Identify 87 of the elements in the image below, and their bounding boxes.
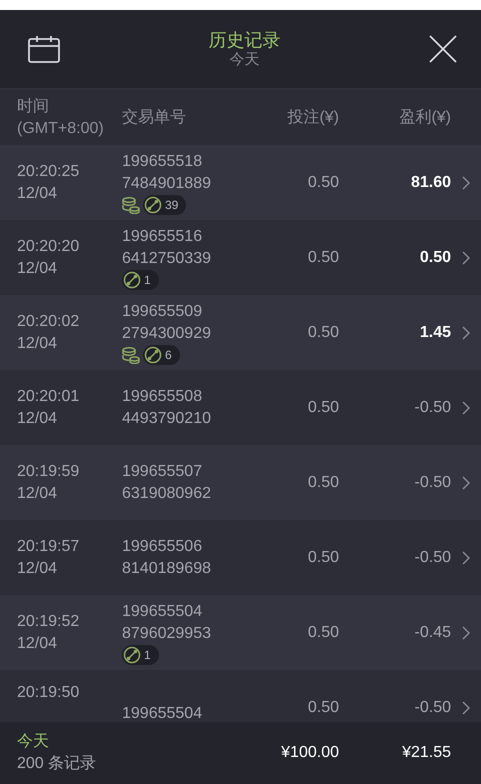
profit-amount: 81.60 (410, 174, 451, 192)
chevron-icon (462, 400, 470, 414)
dial-icon (144, 346, 162, 364)
order-number: 199655509 (122, 302, 204, 322)
page-subtitle: 今天 (230, 51, 260, 69)
column-heading: 盈利(¥) (398, 108, 451, 128)
profit-amount: -0.50 (414, 698, 451, 716)
time-text: 20:20:02 (17, 312, 80, 332)
close-icon (429, 35, 457, 63)
order-number: 8796029953 (122, 624, 212, 644)
period-label: 今天 (17, 732, 50, 752)
time-text: 20:20:25 (17, 162, 80, 182)
column-heading: 时间 (17, 96, 50, 116)
time-text: 20:19:59 (17, 462, 80, 482)
order-number: 199655504 (122, 602, 204, 622)
date-text: 12/04 (17, 558, 58, 578)
close-button[interactable] (429, 35, 457, 63)
order-number: 4493790210 (122, 408, 212, 428)
chevron-icon (462, 700, 470, 714)
stake-amount: 0.50 (306, 398, 339, 416)
order-number: 199655508 (122, 386, 204, 406)
calendar-icon (28, 35, 60, 63)
record-row[interactable]: 20:20:25 12/04 199655518 7484901889 39 0.50 81.60 (0, 145, 481, 220)
profit-amount: -0.50 (414, 474, 451, 492)
chevron-icon (462, 250, 470, 264)
record-count: 200 条记录 (17, 754, 98, 774)
column-heading: 投注(¥) (286, 108, 339, 128)
time-text: 20:19:52 (17, 612, 80, 632)
stake-amount: 0.50 (306, 174, 339, 192)
record-row[interactable]: 20:19:50 199655504 0.50 -0.50 (0, 670, 481, 722)
order-number: 199655518 (122, 152, 204, 172)
page-title: 历史记录 (208, 29, 280, 51)
stake-amount: 0.50 (306, 474, 339, 492)
coins-icon (122, 196, 140, 214)
order-number: 199655504 (122, 704, 202, 722)
date-text: 12/04 (17, 484, 58, 504)
record-row[interactable]: 20:20:02 12/04 199655509 2794300929 6 0.50 1.45 (0, 295, 481, 370)
order-number: 8140189698 (122, 558, 212, 578)
order-number: 199655516 (122, 226, 204, 246)
date-text: 12/04 (17, 258, 58, 278)
chevron-icon (462, 176, 470, 190)
count-text: 1 (144, 646, 151, 664)
chevron-icon (462, 626, 470, 640)
order-number: 199655507 (122, 462, 204, 482)
record-row[interactable]: 20:19:59 12/04 199655507 6319080962 0.50 -0.50 (0, 445, 481, 520)
stake-amount: 0.50 (306, 248, 339, 266)
count-text: 1 (144, 272, 151, 288)
calendar-button[interactable] (28, 35, 60, 63)
chevron-icon (462, 326, 470, 340)
time-text: 20:19:50 (17, 683, 80, 703)
date-text: 12/04 (17, 408, 58, 428)
chevron-icon (462, 550, 470, 564)
profit-amount: -0.50 (414, 398, 451, 416)
order-number: 6319080962 (122, 484, 212, 504)
coins-icon (122, 346, 140, 364)
time-text: 20:20:20 (17, 236, 80, 256)
record-row[interactable]: 20:20:20 12/04 199655516 6412750339 1 0.50 0.50 (0, 220, 481, 295)
order-number: 6412750339 (122, 248, 212, 268)
date-text: 12/04 (17, 634, 58, 654)
column-heading: (GMT+8:00) (17, 118, 105, 138)
date-text: 12/04 (17, 334, 58, 354)
profit-amount: 0.50 (418, 248, 451, 266)
profit-amount: -0.50 (414, 548, 451, 566)
time-text: 20:20:01 (17, 386, 80, 406)
stake-amount: 0.50 (306, 698, 339, 716)
record-row[interactable]: 20:20:01 12/04 199655508 4493790210 0.50 -0.50 (0, 370, 481, 445)
column-heading: 交易单号 (122, 108, 187, 128)
stake-amount: 0.50 (306, 324, 339, 342)
dial-icon (123, 270, 141, 288)
date-text: 12/04 (17, 184, 58, 204)
chevron-icon (462, 476, 470, 490)
count-text: 39 (165, 196, 178, 214)
order-number: 7484901889 (122, 174, 212, 194)
stake-total: ¥100.00 (280, 744, 339, 762)
profit-amount: -0.45 (414, 624, 451, 642)
profit-amount: 1.45 (418, 324, 451, 342)
count-text: 6 (165, 346, 172, 364)
time-text: 20:19:57 (17, 536, 80, 556)
record-row[interactable]: 20:19:52 12/04 199655504 8796029953 1 0.50 -0.45 (0, 595, 481, 670)
profit-total: ¥21.55 (401, 744, 451, 762)
dial-icon (144, 196, 162, 214)
order-number: 2794300929 (122, 324, 212, 344)
stake-amount: 0.50 (306, 548, 339, 566)
stake-amount: 0.50 (306, 624, 339, 642)
order-number: 199655506 (122, 536, 204, 556)
dial-icon (123, 646, 141, 664)
record-row[interactable]: 20:19:57 12/04 199655506 8140189698 0.50 -0.50 (0, 520, 481, 595)
